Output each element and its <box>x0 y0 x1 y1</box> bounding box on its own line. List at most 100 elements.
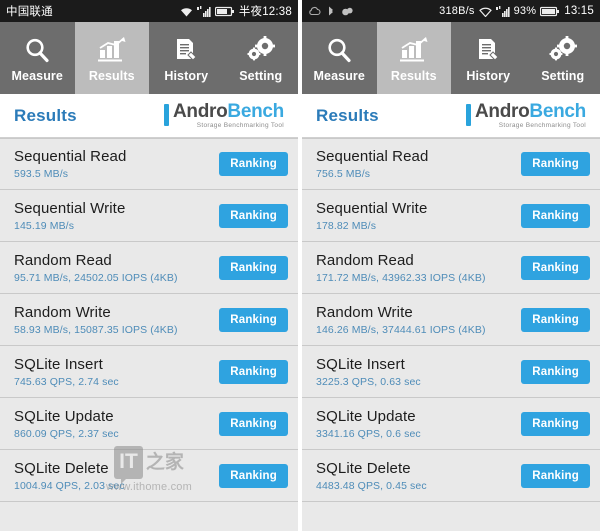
gears-icon <box>548 34 578 66</box>
logo-text: AndroBench Storage Benchmarking Tool <box>475 102 586 130</box>
tab-measure[interactable]: Measure <box>302 22 377 94</box>
tab-label: Setting <box>239 68 283 83</box>
logo-text-second: Bench <box>227 100 284 122</box>
status-bar-left: 中国联通 <box>6 3 53 19</box>
table-row: SQLite Update 3341.16 QPS, 0.6 sec Ranki… <box>302 398 600 450</box>
logo-text: AndroBench Storage Benchmarking Tool <box>173 102 284 130</box>
signal-icon <box>196 5 211 17</box>
status-bar: 318B/s 93% 13:15 <box>302 0 600 22</box>
carrier-label: 中国联通 <box>6 6 53 18</box>
network-speed-label: 318B/s <box>439 5 475 17</box>
row-value: 860.09 QPS, 2.37 sec <box>14 427 119 440</box>
tab-results[interactable]: Results <box>376 22 451 94</box>
row-title: Random Write <box>14 303 111 321</box>
row-title: SQLite Delete <box>316 459 411 477</box>
tab-bar: Measure Results History Setting <box>302 22 600 94</box>
row-title: Random Read <box>14 251 112 269</box>
ranking-button[interactable]: Ranking <box>219 411 288 436</box>
row-value: 593.5 MB/s <box>14 168 69 180</box>
ranking-button[interactable]: Ranking <box>521 152 590 176</box>
table-row: SQLite Delete 1004.94 QPS, 2.03 sec Rank… <box>0 450 298 502</box>
tab-setting[interactable]: Setting <box>224 22 299 94</box>
table-row: Sequential Write 145.19 MB/s Ranking <box>0 190 298 242</box>
ranking-button[interactable]: Ranking <box>219 152 288 176</box>
row-value: 745.63 QPS, 2.74 sec <box>14 375 119 388</box>
row-texts: Sequential Write 145.19 MB/s <box>14 200 125 232</box>
ranking-button[interactable]: Ranking <box>521 203 590 228</box>
gears-icon <box>246 34 276 66</box>
search-icon <box>23 34 51 66</box>
tab-results[interactable]: Results <box>74 22 149 94</box>
row-title: SQLite Insert <box>316 355 405 373</box>
logo-text-first: Andro <box>474 100 530 122</box>
row-title: Sequential Read <box>316 148 429 165</box>
table-row: SQLite Insert 3225.3 QPS, 0.63 sec Ranki… <box>302 346 600 398</box>
row-texts: Random Read 95.71 MB/s, 24502.05 IOPS (4… <box>14 252 178 284</box>
page-title: Results <box>316 105 379 125</box>
table-row: Random Read 171.72 MB/s, 43962.33 IOPS (… <box>302 242 600 294</box>
ranking-button[interactable]: Ranking <box>219 359 288 384</box>
document-pencil-icon <box>172 34 200 66</box>
tab-setting[interactable]: Setting <box>526 22 600 94</box>
row-texts: SQLite Insert 745.63 QPS, 2.74 sec <box>14 356 119 388</box>
logo-text-first: Andro <box>172 100 228 122</box>
row-title: Random Write <box>316 303 413 321</box>
ranking-button[interactable]: Ranking <box>521 463 590 488</box>
row-title: SQLite Insert <box>14 355 103 373</box>
row-texts: Random Write 58.93 MB/s, 15087.35 IOPS (… <box>14 304 178 336</box>
row-title: Sequential Read <box>14 148 127 165</box>
wifi-icon <box>478 6 492 17</box>
row-texts: SQLite Update 3341.16 QPS, 0.6 sec <box>316 408 421 440</box>
row-value: 146.26 MB/s, 37444.61 IOPS (4KB) <box>316 323 486 336</box>
page-header: Results AndroBench Storage Benchmarking … <box>302 94 600 138</box>
ranking-button[interactable]: Ranking <box>521 411 590 436</box>
tab-history[interactable]: History <box>149 22 224 94</box>
table-row: Random Read 95.71 MB/s, 24502.05 IOPS (4… <box>0 242 298 294</box>
results-list: Sequential Read 756.5 MB/s Ranking Seque… <box>302 138 600 531</box>
cloud-icon <box>308 6 321 16</box>
tab-measure[interactable]: Measure <box>0 22 75 94</box>
status-bar: 中国联通 半夜12:38 <box>0 0 298 22</box>
logo-text-second: Bench <box>529 100 586 122</box>
row-value: 1004.94 QPS, 2.03 sec <box>14 479 125 492</box>
ranking-button[interactable]: Ranking <box>219 463 288 488</box>
ranking-button[interactable]: Ranking <box>521 359 590 384</box>
logo-bar-icon <box>163 103 169 126</box>
row-value: 3341.16 QPS, 0.6 sec <box>316 427 421 440</box>
row-title: Sequential Write <box>316 199 428 217</box>
results-list: Sequential Read 593.5 MB/s Ranking Seque… <box>0 138 298 531</box>
ranking-button[interactable]: Ranking <box>521 307 590 332</box>
tab-label: Measure <box>11 68 63 83</box>
status-bar-right: 318B/s 93% 13:15 <box>439 5 594 17</box>
row-texts: SQLite Delete 1004.94 QPS, 2.03 sec <box>14 460 125 492</box>
logo-subtitle: Storage Benchmarking Tool <box>498 121 586 129</box>
ranking-button[interactable]: Ranking <box>521 255 590 280</box>
tab-label: Results <box>88 68 135 83</box>
bluetooth-icon <box>326 5 336 17</box>
table-row: Random Write 58.93 MB/s, 15087.35 IOPS (… <box>0 294 298 346</box>
tab-label: Measure <box>313 68 365 83</box>
tab-bar: Measure Results History Setting <box>0 22 298 94</box>
row-texts: Sequential Read 756.5 MB/s <box>316 148 428 180</box>
ranking-button[interactable]: Ranking <box>219 307 288 332</box>
tab-history[interactable]: History <box>451 22 526 94</box>
row-value: 3225.3 QPS, 0.63 sec <box>316 375 421 388</box>
table-row: Sequential Read 756.5 MB/s Ranking <box>302 138 600 190</box>
row-texts: Random Read 171.72 MB/s, 43962.33 IOPS (… <box>316 252 486 284</box>
logo-subtitle: Storage Benchmarking Tool <box>196 121 284 129</box>
row-texts: Random Write 146.26 MB/s, 37444.61 IOPS … <box>316 304 486 336</box>
row-title: Sequential Write <box>14 199 126 217</box>
table-row: Sequential Write 178.82 MB/s Ranking <box>302 190 600 242</box>
row-value: 4483.48 QPS, 0.45 sec <box>316 479 427 492</box>
document-pencil-icon <box>474 34 502 66</box>
ranking-button[interactable]: Ranking <box>219 203 288 228</box>
row-value: 145.19 MB/s <box>14 219 75 232</box>
row-value: 95.71 MB/s, 24502.05 IOPS (4KB) <box>14 271 178 284</box>
ranking-button[interactable]: Ranking <box>219 255 288 280</box>
table-row: SQLite Update 860.09 QPS, 2.37 sec Ranki… <box>0 398 298 450</box>
row-title: SQLite Delete <box>14 459 109 477</box>
status-bar-right: 半夜12:38 <box>180 3 292 19</box>
battery-icon <box>540 6 560 17</box>
tab-label: History <box>466 68 511 83</box>
table-row: Sequential Read 593.5 MB/s Ranking <box>0 138 298 190</box>
